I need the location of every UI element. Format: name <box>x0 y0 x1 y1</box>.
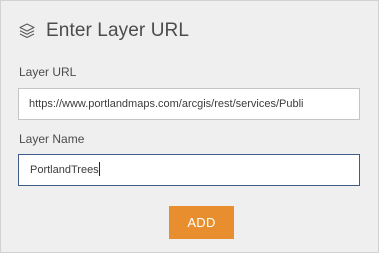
text-caret <box>98 162 100 177</box>
enter-layer-url-panel: Enter Layer URL Layer URL https://www.po… <box>0 0 379 253</box>
panel-header: Enter Layer URL <box>18 19 189 43</box>
layer-name-input[interactable]: PortlandTrees <box>18 154 360 186</box>
layer-name-label: Layer Name <box>19 132 85 146</box>
panel-title: Enter Layer URL <box>46 20 190 41</box>
layer-url-value: https://www.portlandmaps.com/arcgis/rest… <box>29 98 304 110</box>
layer-url-input[interactable]: https://www.portlandmaps.com/arcgis/rest… <box>18 88 360 120</box>
layer-url-label: Layer URL <box>19 65 77 79</box>
layer-name-value: PortlandTrees <box>30 164 99 176</box>
layers-icon <box>18 22 36 40</box>
add-button[interactable]: ADD <box>169 206 234 239</box>
